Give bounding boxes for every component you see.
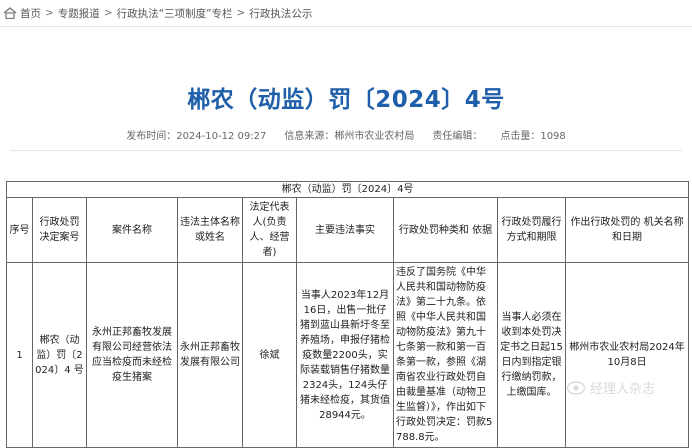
view-count: 点击量：1098 bbox=[500, 131, 566, 142]
breadcrumb-three-systems[interactable]: 行政执法“三项制度”专栏 bbox=[117, 6, 233, 21]
breadcrumb-separator: > bbox=[103, 7, 113, 19]
table-cell: 当事人必须在收到本处罚决定书之日起15日内到指定银行缴纳罚款，上缴国库。 bbox=[497, 262, 566, 448]
column-header: 行政处罚 决定案号 bbox=[32, 197, 87, 263]
table-cell: 永州正邦畜牧发展有限公司 bbox=[177, 262, 243, 448]
breadcrumb-divider bbox=[0, 26, 692, 27]
column-header: 行政处罚履行方式和期限 bbox=[497, 197, 566, 263]
watermark-text: 经理人杂志 bbox=[590, 382, 656, 397]
meta-divider bbox=[10, 150, 682, 151]
table-header-row: 序号 行政处罚 决定案号 案件名称 违法主体名称或姓名 法定代表人(负责人、经营… bbox=[6, 197, 690, 263]
breadcrumb-home[interactable]: 首页 bbox=[20, 6, 41, 21]
table-cell: 郴州市农业农村局2024年10月8日 bbox=[564, 262, 690, 448]
responsible-editor: 责任编辑： bbox=[432, 131, 483, 142]
penalty-table: 郴农（动监）罚〔2024〕4号 序号 行政处罚 决定案号 案件名称 违法主体名称… bbox=[5, 181, 690, 448]
publish-time: 发布时间：2024-10-12 09:27 bbox=[126, 131, 267, 142]
column-header: 序号 bbox=[6, 197, 33, 263]
column-header: 作出行政处罚的 机关名称和日期 bbox=[564, 197, 690, 263]
table-cell: 郴农（动监）罚〔2024〕4 号 bbox=[32, 262, 87, 448]
breadcrumb-separator: > bbox=[236, 7, 246, 19]
article-meta: 发布时间：2024-10-12 09:27 信息来源：郴州市农业农村局 责任编辑… bbox=[0, 127, 692, 142]
breadcrumb-special-reports[interactable]: 专题报道 bbox=[58, 6, 100, 21]
home-icon[interactable] bbox=[3, 7, 17, 19]
table-cell: 永州正邦畜牧发展有限公司经营依法应当检疫而未经检疫生猪案 bbox=[86, 262, 178, 448]
watermark: 经理人杂志 bbox=[566, 378, 655, 397]
column-header: 违法主体名称或姓名 bbox=[177, 197, 243, 263]
table-cell: 当事人2023年12月16日，出售一批仔猪到蓝山县新圩冬至养殖场，申报仔猪检疫数… bbox=[296, 262, 394, 448]
table-row: 1 郴农（动监）罚〔2024〕4 号 永州正邦畜牧发展有限公司经营依法应当检疫而… bbox=[6, 262, 690, 448]
column-header: 法定代表人(负责人、经营者) bbox=[242, 197, 297, 263]
breadcrumb-enforcement-notice[interactable]: 行政执法公示 bbox=[249, 6, 312, 21]
column-header: 案件名称 bbox=[86, 197, 178, 263]
column-header: 主要违法事实 bbox=[296, 197, 394, 263]
page-title: 郴农（动监）罚〔2024〕4号 bbox=[187, 87, 505, 113]
column-header: 行政处罚种类和 依据 bbox=[393, 197, 498, 263]
weibo-eye-icon bbox=[566, 380, 586, 395]
breadcrumb-separator: > bbox=[45, 7, 54, 19]
table-cell: 违反了国务院《中华人民共和国动物防疫法》第二十九条。依照《中华人民共和国动物防疫… bbox=[393, 262, 498, 448]
info-source: 信息来源：郴州市农业农村局 bbox=[284, 131, 415, 142]
table-cell: 1 bbox=[6, 262, 33, 448]
table-cell: 徐斌 bbox=[242, 262, 297, 448]
breadcrumb: 首页 > 专题报道 > 行政执法“三项制度”专栏 > 行政执法公示 bbox=[0, 0, 692, 26]
table-caption: 郴农（动监）罚〔2024〕4号 bbox=[5, 181, 690, 198]
